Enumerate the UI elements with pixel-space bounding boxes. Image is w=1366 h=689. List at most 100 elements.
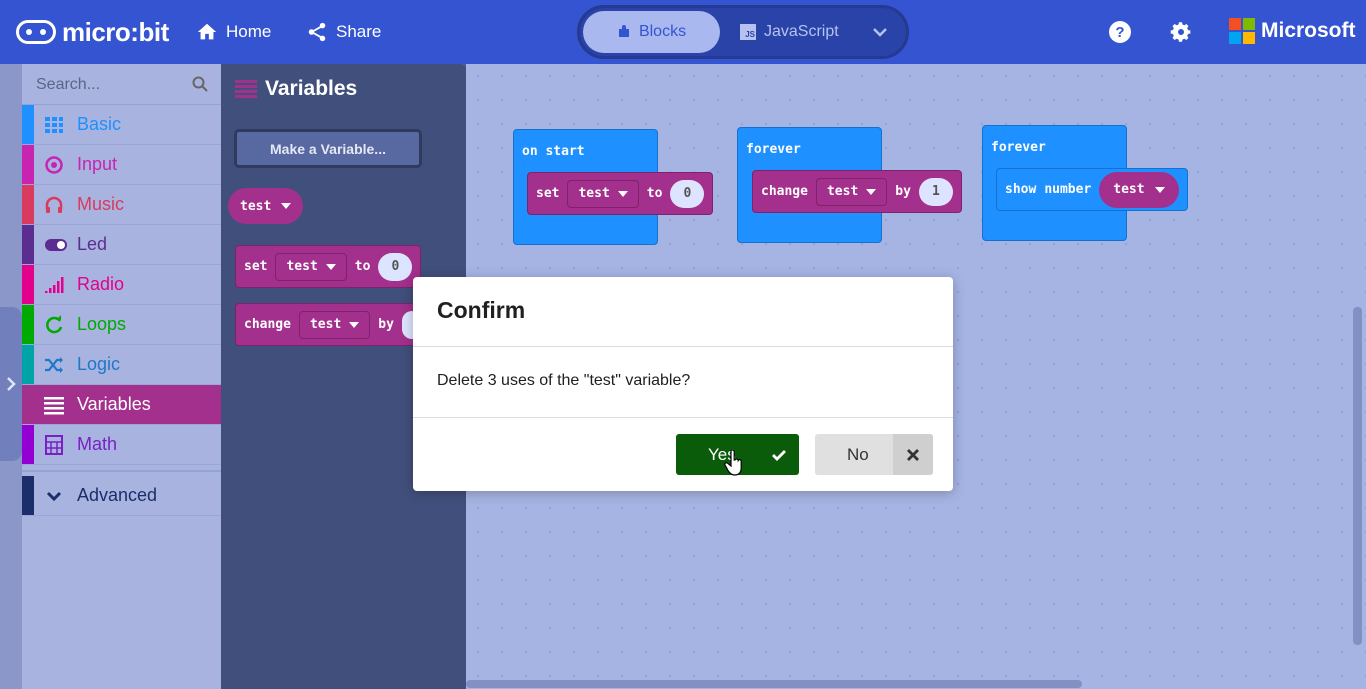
shuffle-icon — [45, 357, 63, 373]
flyout-title: Variables — [235, 77, 357, 101]
lines-icon — [44, 397, 64, 415]
search-input[interactable] — [36, 74, 186, 96]
horizontal-scrollbar[interactable] — [466, 680, 1082, 688]
refresh-icon — [46, 315, 63, 334]
share-icon — [308, 22, 326, 42]
category-label: Advanced — [77, 485, 158, 505]
category-input[interactable]: Input — [22, 145, 221, 185]
microbit-logo[interactable]: micro:bit — [16, 16, 169, 48]
signal-bars-icon — [45, 277, 64, 293]
block-keyword: by — [378, 317, 394, 332]
variable-dropdown[interactable]: test — [275, 252, 347, 281]
javascript-tab[interactable]: JS JavaScript — [740, 11, 860, 53]
category-variables[interactable]: Variables — [22, 385, 221, 425]
top-bar: micro:bit Home Share Blocks JS JavaScrip… — [0, 0, 1366, 64]
chevron-down-icon[interactable] — [870, 22, 890, 42]
variable-reporter[interactable]: test — [1099, 171, 1179, 208]
lines-icon — [235, 80, 257, 98]
variable-name: test — [826, 184, 859, 199]
variable-dropdown[interactable]: test — [815, 177, 888, 206]
block-keyword: change — [761, 184, 808, 199]
set-variable-block[interactable]: set test to 0 — [527, 172, 714, 215]
variable-reporter-block[interactable]: test — [228, 188, 304, 224]
category-label: Logic — [77, 354, 121, 374]
dropdown-caret-icon — [281, 203, 292, 209]
help-icon[interactable]: ? — [1108, 20, 1132, 44]
search-icon[interactable] — [192, 76, 208, 92]
category-label: Input — [77, 154, 118, 174]
dialog-title: Confirm — [437, 297, 526, 323]
no-button[interactable]: No — [815, 434, 933, 475]
dropdown-caret-icon — [866, 188, 877, 195]
block-keyword: by — [895, 184, 911, 199]
make-variable-button[interactable]: Make a Variable... — [234, 129, 422, 168]
block-keyword: to — [354, 259, 371, 274]
category-led[interactable]: Led — [22, 225, 221, 265]
change-variable-block[interactable]: change test by 1 — [752, 170, 962, 213]
hand-pointer-icon — [724, 450, 742, 476]
simulator-expand-tab[interactable] — [0, 307, 22, 461]
blocks-label: Blocks — [638, 23, 687, 40]
blocks-tab[interactable]: Blocks — [583, 11, 720, 53]
dropdown-caret-icon — [349, 321, 360, 328]
variable-name: test — [1113, 182, 1145, 197]
number-input[interactable]: 1 — [918, 177, 953, 206]
category-label: Led — [77, 234, 108, 254]
microsoft-text: Microsoft — [1261, 19, 1356, 42]
block-keyword: to — [646, 186, 663, 201]
show-number-block[interactable]: show number test — [996, 168, 1188, 211]
number-input[interactable]: 0 — [378, 252, 413, 281]
category-math[interactable]: Math — [22, 425, 221, 465]
category-advanced[interactable]: Advanced — [22, 476, 221, 516]
category-label: Music — [77, 194, 125, 214]
toolbox: Basic Input Music Led Radio Loops Logic … — [22, 64, 221, 689]
category-radio[interactable]: Radio — [22, 265, 221, 305]
number-input[interactable]: 0 — [670, 179, 705, 208]
home-label: Home — [226, 22, 272, 41]
no-label: No — [847, 445, 869, 464]
gear-icon[interactable] — [1169, 20, 1193, 44]
dropdown-caret-icon — [617, 190, 628, 197]
search-box — [22, 64, 221, 105]
block-keyword: change — [244, 317, 291, 332]
category-logic[interactable]: Logic — [22, 345, 221, 385]
divider — [22, 470, 221, 472]
logo-text: micro:bit — [62, 16, 169, 47]
calculator-icon — [45, 435, 63, 455]
event-label: forever — [991, 140, 1046, 155]
divider — [413, 346, 953, 347]
microsoft-squares-icon — [1229, 18, 1255, 44]
editor-toggle: Blocks JS JavaScript — [577, 5, 909, 59]
category-label: Radio — [77, 274, 125, 294]
set-variable-block[interactable]: set test to 0 — [235, 245, 422, 288]
microsoft-logo[interactable]: Microsoft — [1229, 18, 1356, 44]
target-icon — [45, 156, 63, 174]
share-button[interactable]: Share — [306, 18, 381, 46]
toggle-icon — [45, 239, 67, 251]
flyout-title-text: Variables — [265, 77, 358, 100]
block-keyword: set — [536, 186, 560, 201]
confirm-dialog: Confirm Delete 3 uses of the "test" vari… — [413, 277, 953, 491]
dropdown-caret-icon — [1154, 186, 1165, 193]
variable-dropdown[interactable]: test — [567, 179, 639, 208]
category-label: Math — [77, 434, 118, 454]
close-icon — [907, 448, 919, 461]
variable-name: test — [240, 198, 272, 214]
variable-name: test — [309, 317, 342, 332]
chevron-down-icon — [46, 491, 62, 502]
category-label: Basic — [77, 114, 122, 134]
event-label: on start — [522, 144, 585, 159]
vertical-scrollbar[interactable] — [1353, 307, 1362, 645]
dialog-message: Delete 3 uses of the "test" variable? — [437, 372, 691, 389]
category-loops[interactable]: Loops — [22, 305, 221, 345]
category-label: Loops — [77, 314, 127, 334]
block-keyword: show — [1005, 182, 1037, 197]
category-music[interactable]: Music — [22, 185, 221, 225]
variable-dropdown[interactable]: test — [298, 310, 371, 339]
variable-name: test — [578, 186, 610, 201]
divider — [413, 417, 953, 418]
category-basic[interactable]: Basic — [22, 105, 221, 145]
microbit-face-icon — [16, 20, 56, 44]
block-keyword: number — [1044, 182, 1092, 197]
home-button[interactable]: Home — [196, 18, 271, 46]
